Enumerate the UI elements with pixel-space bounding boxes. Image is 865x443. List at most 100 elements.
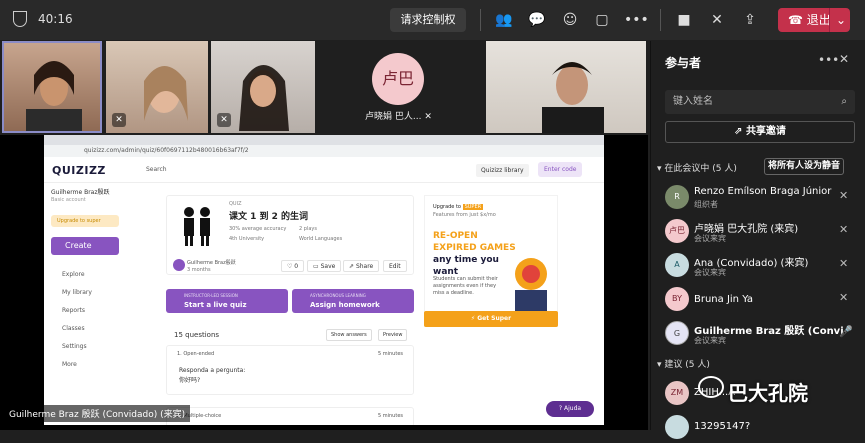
nav-my-library[interactable]: My library [62, 289, 92, 296]
watermark: 巴大孔院 [728, 381, 808, 405]
mic-muted-icon[interactable]: ✕ [839, 223, 848, 236]
hw-label: Assign homework [310, 301, 380, 309]
avatar: BY [665, 287, 689, 311]
participant-name: 卢晓娟 巴人... ✕ [365, 112, 432, 122]
participant-row[interactable]: 卢巴 卢晓娟 巴大孔院 (来宾) 会议来宾 ✕ [665, 217, 861, 247]
close-icon[interactable]: ✕ [839, 52, 849, 66]
chat-icon[interactable]: 💬 [527, 10, 547, 30]
video-tile-2[interactable]: ✕ [106, 41, 208, 133]
quiz-type: QUIZ [229, 201, 242, 207]
quizizz-header: QUIZIZZ Search Quizizz library Enter cod… [44, 157, 604, 183]
video-tile-1[interactable] [2, 41, 102, 133]
mic-on-icon[interactable]: 🎤 [839, 325, 853, 338]
assign-homework-button[interactable]: ASYNCHRONOUS LEARNING Assign homework [292, 289, 414, 313]
search-icon: ⌕ [841, 96, 847, 107]
share-button[interactable]: ⇗ Share [343, 260, 380, 272]
search-input[interactable]: 键入姓名 ⌕ [665, 90, 855, 114]
participant-row[interactable]: A Ana (Convidado) (来宾) 会议来宾 ✕ [665, 251, 861, 281]
meeting-toolbar: 40:16 请求控制权 👥 💬 ☺ ▢ ••• ■ ✕ ⇪ ☎ 退出 ⌄ [0, 0, 865, 40]
suggested-row[interactable]: 13295147? [665, 413, 861, 443]
search-placeholder: 键入姓名 [673, 96, 713, 107]
chevron-down-icon[interactable]: ⌄ [828, 8, 846, 32]
question-time: 5 minutes [377, 351, 403, 357]
participant-name: Renzo Emílson Braga Júnior [694, 186, 832, 197]
participant-name: Bruna Jin Ya [694, 294, 754, 305]
mic-muted-icon[interactable]: ✕ [839, 257, 848, 270]
participant-row[interactable]: G Guilherme Braz 殷跃 (Convid... 会议来宾 🎤 [665, 319, 861, 349]
quiz-thumbnail [184, 207, 210, 246]
live-label: Start a live quiz [184, 301, 247, 309]
questions-count: 15 questions [174, 331, 220, 339]
nav-classes[interactable]: Classes [62, 325, 85, 332]
leave-button[interactable]: ☎ 退出 ⌄ [778, 8, 850, 32]
search-input[interactable]: Search [134, 163, 434, 177]
mic-muted-icon[interactable]: ✕ [839, 189, 848, 202]
like-button[interactable]: ♡ 0 [281, 260, 305, 272]
quiz-author-time: 3 months [187, 267, 211, 273]
meeting-timer: 40:16 [38, 12, 73, 26]
question-item[interactable]: 2. Multiple-choice 5 minutes [166, 407, 414, 425]
help-button[interactable]: ? Ajuda [546, 401, 594, 417]
ad-note: Features from just $x/mo [433, 212, 496, 218]
camera-icon[interactable]: ■ [674, 10, 694, 30]
section-in-meeting[interactable]: ▾ 在此会议中 (5 人) [657, 161, 737, 174]
section-suggested[interactable]: ▾ 建议 (5 人) [657, 357, 710, 370]
video-tile-5[interactable] [486, 41, 646, 133]
super-badge: SUPER [462, 204, 484, 210]
quizizz-sidebar: Guilherme Braz殷跃 Basic account Upgrade t… [44, 183, 124, 425]
question-item[interactable]: 1. Open-ended 5 minutes Responda a pergu… [166, 345, 414, 395]
avatar: A [665, 253, 689, 277]
participant-video [542, 62, 604, 133]
more-options-icon[interactable]: ••• [818, 53, 839, 67]
create-button[interactable]: Create [51, 237, 119, 255]
save-button[interactable]: ▭ Save [307, 260, 342, 272]
nav-more[interactable]: More [62, 361, 77, 368]
nav-settings[interactable]: Settings [62, 343, 87, 350]
avatar: R [665, 185, 689, 209]
live-sub: INSTRUCTOR-LED SESSION [184, 293, 238, 298]
nav-reports[interactable]: Reports [62, 307, 85, 314]
get-super-button[interactable]: ⚡ Get Super [424, 311, 558, 327]
upgrade-ad: Upgrade to SUPER Features from just $x/m… [424, 195, 558, 327]
question-time: 5 minutes [377, 413, 403, 419]
quiz-grade: 4th University [229, 236, 265, 242]
ad-description: Students can submit their assignments ev… [433, 276, 498, 296]
mic-muted-icon[interactable]: ✕ [707, 10, 727, 30]
shield-icon [13, 11, 27, 27]
participant-role: 会议来宾 [694, 336, 726, 345]
request-control-button[interactable]: 请求控制权 [390, 8, 466, 32]
mute-all-button[interactable]: 将所有人设为静音 [764, 158, 844, 175]
participant-row[interactable]: R Renzo Emílson Braga Júnior 组织者 ✕ [665, 183, 861, 213]
start-live-quiz-button[interactable]: INSTRUCTOR-LED SESSION Start a live quiz [166, 289, 288, 313]
participant-name: 13295147? [694, 421, 751, 432]
share-screen-icon[interactable]: ⇪ [740, 10, 760, 30]
quiz-card: QUIZ 课文 1 到 2 的生词 30% average accuracy 2… [166, 195, 414, 275]
nav-explore[interactable]: Explore [62, 271, 85, 278]
participant-video [26, 61, 82, 131]
phone-icon: ☎ [788, 13, 807, 27]
enter-code-button[interactable]: Enter code [538, 162, 583, 177]
share-invite-button[interactable]: ⇗ 共享邀请 [665, 121, 855, 143]
show-answers-button[interactable]: Show answers [326, 329, 372, 341]
video-gallery: ✕ ✕ 卢巴 卢晓娟 巴人... ✕ [0, 41, 648, 133]
avatar [665, 415, 689, 439]
video-tile-3[interactable]: ✕ [211, 41, 315, 133]
quiz-author: Guilherme Braz殷跃 [187, 260, 236, 266]
participants-panel: 参与者 ••• ✕ 键入姓名 ⌕ ⇗ 共享邀请 ▾ 在此会议中 (5 人) 将所… [650, 41, 865, 439]
mic-muted-icon[interactable]: ✕ [839, 291, 848, 304]
edit-button[interactable]: Edit [383, 260, 407, 272]
panel-title: 参与者 [665, 56, 702, 70]
reactions-icon[interactable]: ☺ [560, 10, 580, 30]
participant-row[interactable]: BY Bruna Jin Ya ✕ [665, 285, 861, 315]
preview-button[interactable]: Preview [378, 329, 408, 341]
more-options-icon[interactable]: ••• [624, 10, 649, 30]
upgrade-button[interactable]: Upgrade to super [51, 215, 119, 227]
library-select[interactable]: Quizizz library [476, 164, 529, 177]
quizizz-logo[interactable]: QUIZIZZ [52, 164, 106, 177]
participant-role: 组织者 [694, 200, 718, 209]
rooms-icon[interactable]: ▢ [592, 10, 612, 30]
mic-muted-icon: ✕ [112, 113, 126, 127]
participants-icon[interactable]: 👥 [494, 10, 514, 30]
avatar: 卢巴 [372, 53, 424, 105]
address-bar[interactable]: quizizz.com/admin/quiz/60f0697112b480016… [44, 145, 604, 157]
